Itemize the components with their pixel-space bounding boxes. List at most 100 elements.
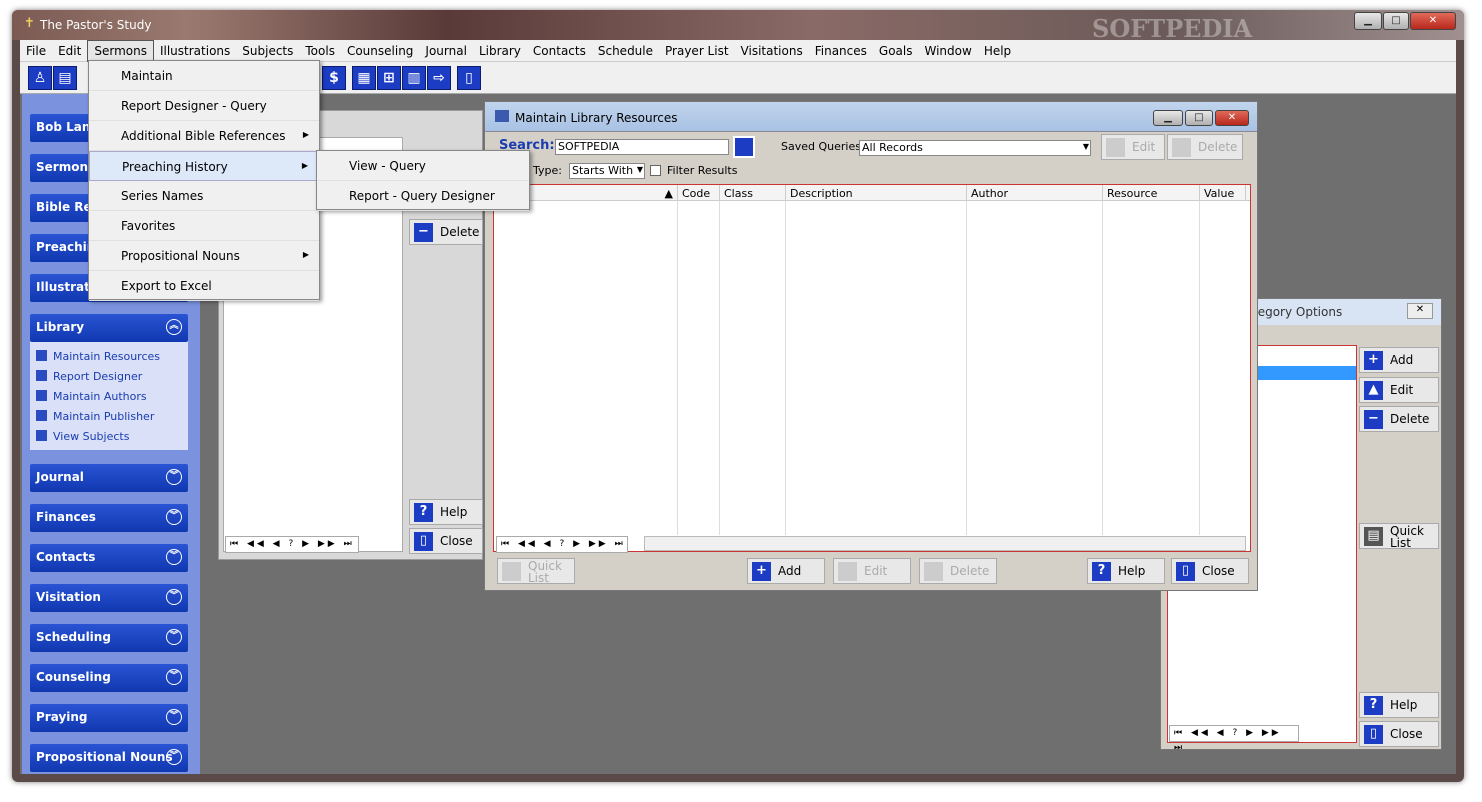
- menu-window[interactable]: Window: [918, 41, 977, 63]
- category-navigator[interactable]: ⏮ ◀◀ ◀ ? ▶ ▶▶ ⏭: [1169, 725, 1299, 753]
- sidebar-group-0[interactable]: Journal ︾: [30, 464, 188, 492]
- menu-sermons[interactable]: Sermons: [87, 40, 154, 62]
- document-icon[interactable]: ▦: [352, 66, 376, 90]
- schedule-icon[interactable]: ▥: [402, 66, 426, 90]
- sidebar-group-4[interactable]: Scheduling ︾: [30, 624, 188, 652]
- menu-item-series-names[interactable]: Series Names: [89, 181, 319, 211]
- close-button[interactable]: ✕: [1410, 12, 1456, 30]
- edit-button[interactable]: Edit: [833, 558, 911, 584]
- sidebar-library-item[interactable]: Report Designer: [36, 370, 142, 383]
- chevron-down-icon[interactable]: ︾: [166, 589, 182, 605]
- close-button-lib[interactable]: ▯ Close: [1171, 558, 1249, 584]
- item-icon: [36, 430, 47, 441]
- horizontal-scrollbar[interactable]: [644, 536, 1246, 551]
- menu-schedule[interactable]: Schedule: [592, 41, 659, 63]
- sidebar-group-7[interactable]: Propositional Nouns ︾: [30, 744, 188, 772]
- edit-label: Edit: [864, 564, 888, 578]
- menu-item-report-designer-query[interactable]: Report Designer - Query: [89, 91, 319, 121]
- menu-journal[interactable]: Journal: [419, 41, 473, 63]
- sidebar-library-item[interactable]: Maintain Publisher: [36, 410, 154, 423]
- sidebar-group-3[interactable]: Visitation ︾: [30, 584, 188, 612]
- menu-prayer-list[interactable]: Prayer List: [659, 41, 735, 63]
- filter-checkbox[interactable]: [650, 165, 661, 176]
- chevron-down-icon[interactable]: ︾: [166, 709, 182, 725]
- menu-edit[interactable]: Edit: [52, 41, 87, 63]
- menu-item-propositional-nouns[interactable]: Propositional Nouns ▶: [89, 241, 319, 271]
- chevron-down-icon[interactable]: ︾: [166, 629, 182, 645]
- exit-icon[interactable]: ▯: [457, 66, 481, 90]
- menu-item-favorites[interactable]: Favorites: [89, 211, 319, 241]
- category-add-button[interactable]: + Add: [1359, 347, 1439, 373]
- submenu-item-1[interactable]: Report - Query Designer: [317, 181, 529, 211]
- sidebar-group-1[interactable]: Finances ︾: [30, 504, 188, 532]
- lib-maximize-button[interactable]: □: [1185, 110, 1213, 126]
- saved-delete-button[interactable]: Delete: [1167, 134, 1243, 160]
- book-icon[interactable]: ▤: [53, 66, 77, 90]
- menu-contacts[interactable]: Contacts: [527, 41, 592, 63]
- help-button-lib[interactable]: ? Help: [1087, 558, 1165, 584]
- type-select[interactable]: Starts With ▼: [569, 163, 645, 179]
- minimize-button[interactable]: ▁: [1354, 12, 1382, 30]
- resources-grid[interactable]: ▲ Code Class Description Author Resource…: [493, 184, 1251, 553]
- chevron-down-icon[interactable]: ︾: [166, 669, 182, 685]
- sidebar-group-2[interactable]: Contacts ︾: [30, 544, 188, 572]
- sidebar-group-6[interactable]: Praying ︾: [30, 704, 188, 732]
- search-input[interactable]: SOFTPEDIA: [555, 139, 729, 155]
- category-quicklist-button[interactable]: ▤ Quick List: [1359, 523, 1439, 549]
- help-button[interactable]: ? Help: [409, 499, 483, 525]
- submenu-item-0[interactable]: View - Query: [317, 151, 529, 181]
- chevron-down-icon[interactable]: ︾: [166, 469, 182, 485]
- chevron-down-icon[interactable]: ︾: [166, 549, 182, 565]
- saved-queries-select[interactable]: All Records ▼: [859, 140, 1091, 156]
- pastor-icon[interactable]: ♙: [28, 66, 52, 90]
- lib-close-button[interactable]: ✕: [1215, 110, 1249, 126]
- menu-visitations[interactable]: Visitations: [735, 41, 809, 63]
- menu-item-maintain[interactable]: Maintain: [89, 61, 319, 91]
- sidebar-library-item[interactable]: Maintain Authors: [36, 390, 147, 403]
- col-class[interactable]: Class: [720, 185, 786, 201]
- col-author[interactable]: Author: [967, 185, 1103, 201]
- edit-label: Edit: [1390, 383, 1414, 397]
- chevron-up-icon[interactable]: ︽: [166, 319, 182, 335]
- menu-item-additional-bible-references[interactable]: Additional Bible References ▶: [89, 121, 319, 151]
- menu-finances[interactable]: Finances: [809, 41, 873, 63]
- record-navigator[interactable]: ⏮ ◀◀ ◀ ? ▶ ▶▶ ⏭: [225, 536, 359, 553]
- sidebar-group-5[interactable]: Counseling ︾: [30, 664, 188, 692]
- col-description[interactable]: Description: [786, 185, 967, 201]
- sidebar-library-item[interactable]: Maintain Resources: [36, 350, 160, 363]
- sidebar-library-item[interactable]: View Subjects: [36, 430, 129, 443]
- category-edit-button[interactable]: ▲ Edit: [1359, 377, 1439, 403]
- menu-library[interactable]: Library: [473, 41, 527, 63]
- menu-item-export-to-excel[interactable]: Export to Excel: [89, 271, 319, 301]
- category-help-button[interactable]: ? Help: [1359, 692, 1439, 718]
- sidebar-section-label: Preachin: [36, 240, 96, 254]
- quick-list-button[interactable]: Quick List: [497, 558, 575, 584]
- menu-goals[interactable]: Goals: [873, 41, 919, 63]
- close-button-bg[interactable]: ▯ Close: [409, 528, 483, 554]
- chevron-down-icon[interactable]: ︾: [166, 509, 182, 525]
- col-value[interactable]: Value: [1200, 185, 1246, 201]
- add-button[interactable]: + Add: [747, 558, 825, 584]
- dollar-icon[interactable]: $: [322, 66, 346, 90]
- grid-navigator[interactable]: ⏮ ◀◀ ◀ ? ▶ ▶▶ ⏭: [496, 536, 628, 553]
- lib-minimize-button[interactable]: ▁: [1153, 110, 1183, 126]
- transfer-icon[interactable]: ⇨: [427, 66, 451, 90]
- menu-file[interactable]: File: [20, 41, 52, 63]
- menu-counseling[interactable]: Counseling: [341, 41, 419, 63]
- delete-button[interactable]: − Delete: [409, 219, 483, 245]
- search-go-button[interactable]: [733, 136, 755, 158]
- table-icon[interactable]: ⊞: [377, 66, 401, 90]
- selected-row[interactable]: [1258, 366, 1356, 380]
- maximize-button[interactable]: □: [1383, 12, 1409, 30]
- saved-edit-button[interactable]: Edit: [1101, 134, 1165, 160]
- col-resource[interactable]: Resource: [1103, 185, 1200, 201]
- close-icon[interactable]: ✕: [1407, 303, 1433, 319]
- sidebar-section-library[interactable]: Library ︽: [30, 314, 188, 342]
- chevron-down-icon[interactable]: ︾: [166, 749, 182, 765]
- category-close-button[interactable]: ▯ Close: [1359, 721, 1439, 747]
- col-code[interactable]: Code: [678, 185, 720, 201]
- category-delete-button[interactable]: − Delete: [1359, 406, 1439, 432]
- menu-help[interactable]: Help: [978, 41, 1017, 63]
- menu-item-preaching-history[interactable]: Preaching History ▶: [89, 151, 319, 181]
- delete-button-lib[interactable]: Delete: [919, 558, 997, 584]
